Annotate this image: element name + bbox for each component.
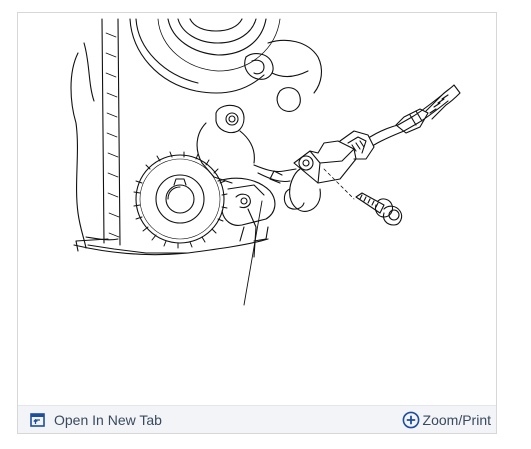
image-toolbar: Open In New Tab Zoom/Print: [18, 405, 496, 433]
open-in-new-tab-icon: [30, 412, 45, 427]
timing-belt-right-edge: [117, 18, 121, 246]
open-in-new-tab-label: Open In New Tab: [54, 411, 162, 428]
engine-diagram: [18, 13, 496, 405]
zoom-plus-icon: [402, 411, 420, 429]
camshaft-sensor-illustration: [70, 18, 461, 306]
image-viewer: Open In New Tab Zoom/Print: [17, 12, 497, 434]
timing-belt-left-edge: [101, 18, 105, 244]
zoom-print-button[interactable]: Zoom/Print: [402, 406, 491, 433]
open-in-new-tab-button[interactable]: Open In New Tab: [30, 406, 162, 433]
zoom-print-label: Zoom/Print: [422, 411, 491, 428]
